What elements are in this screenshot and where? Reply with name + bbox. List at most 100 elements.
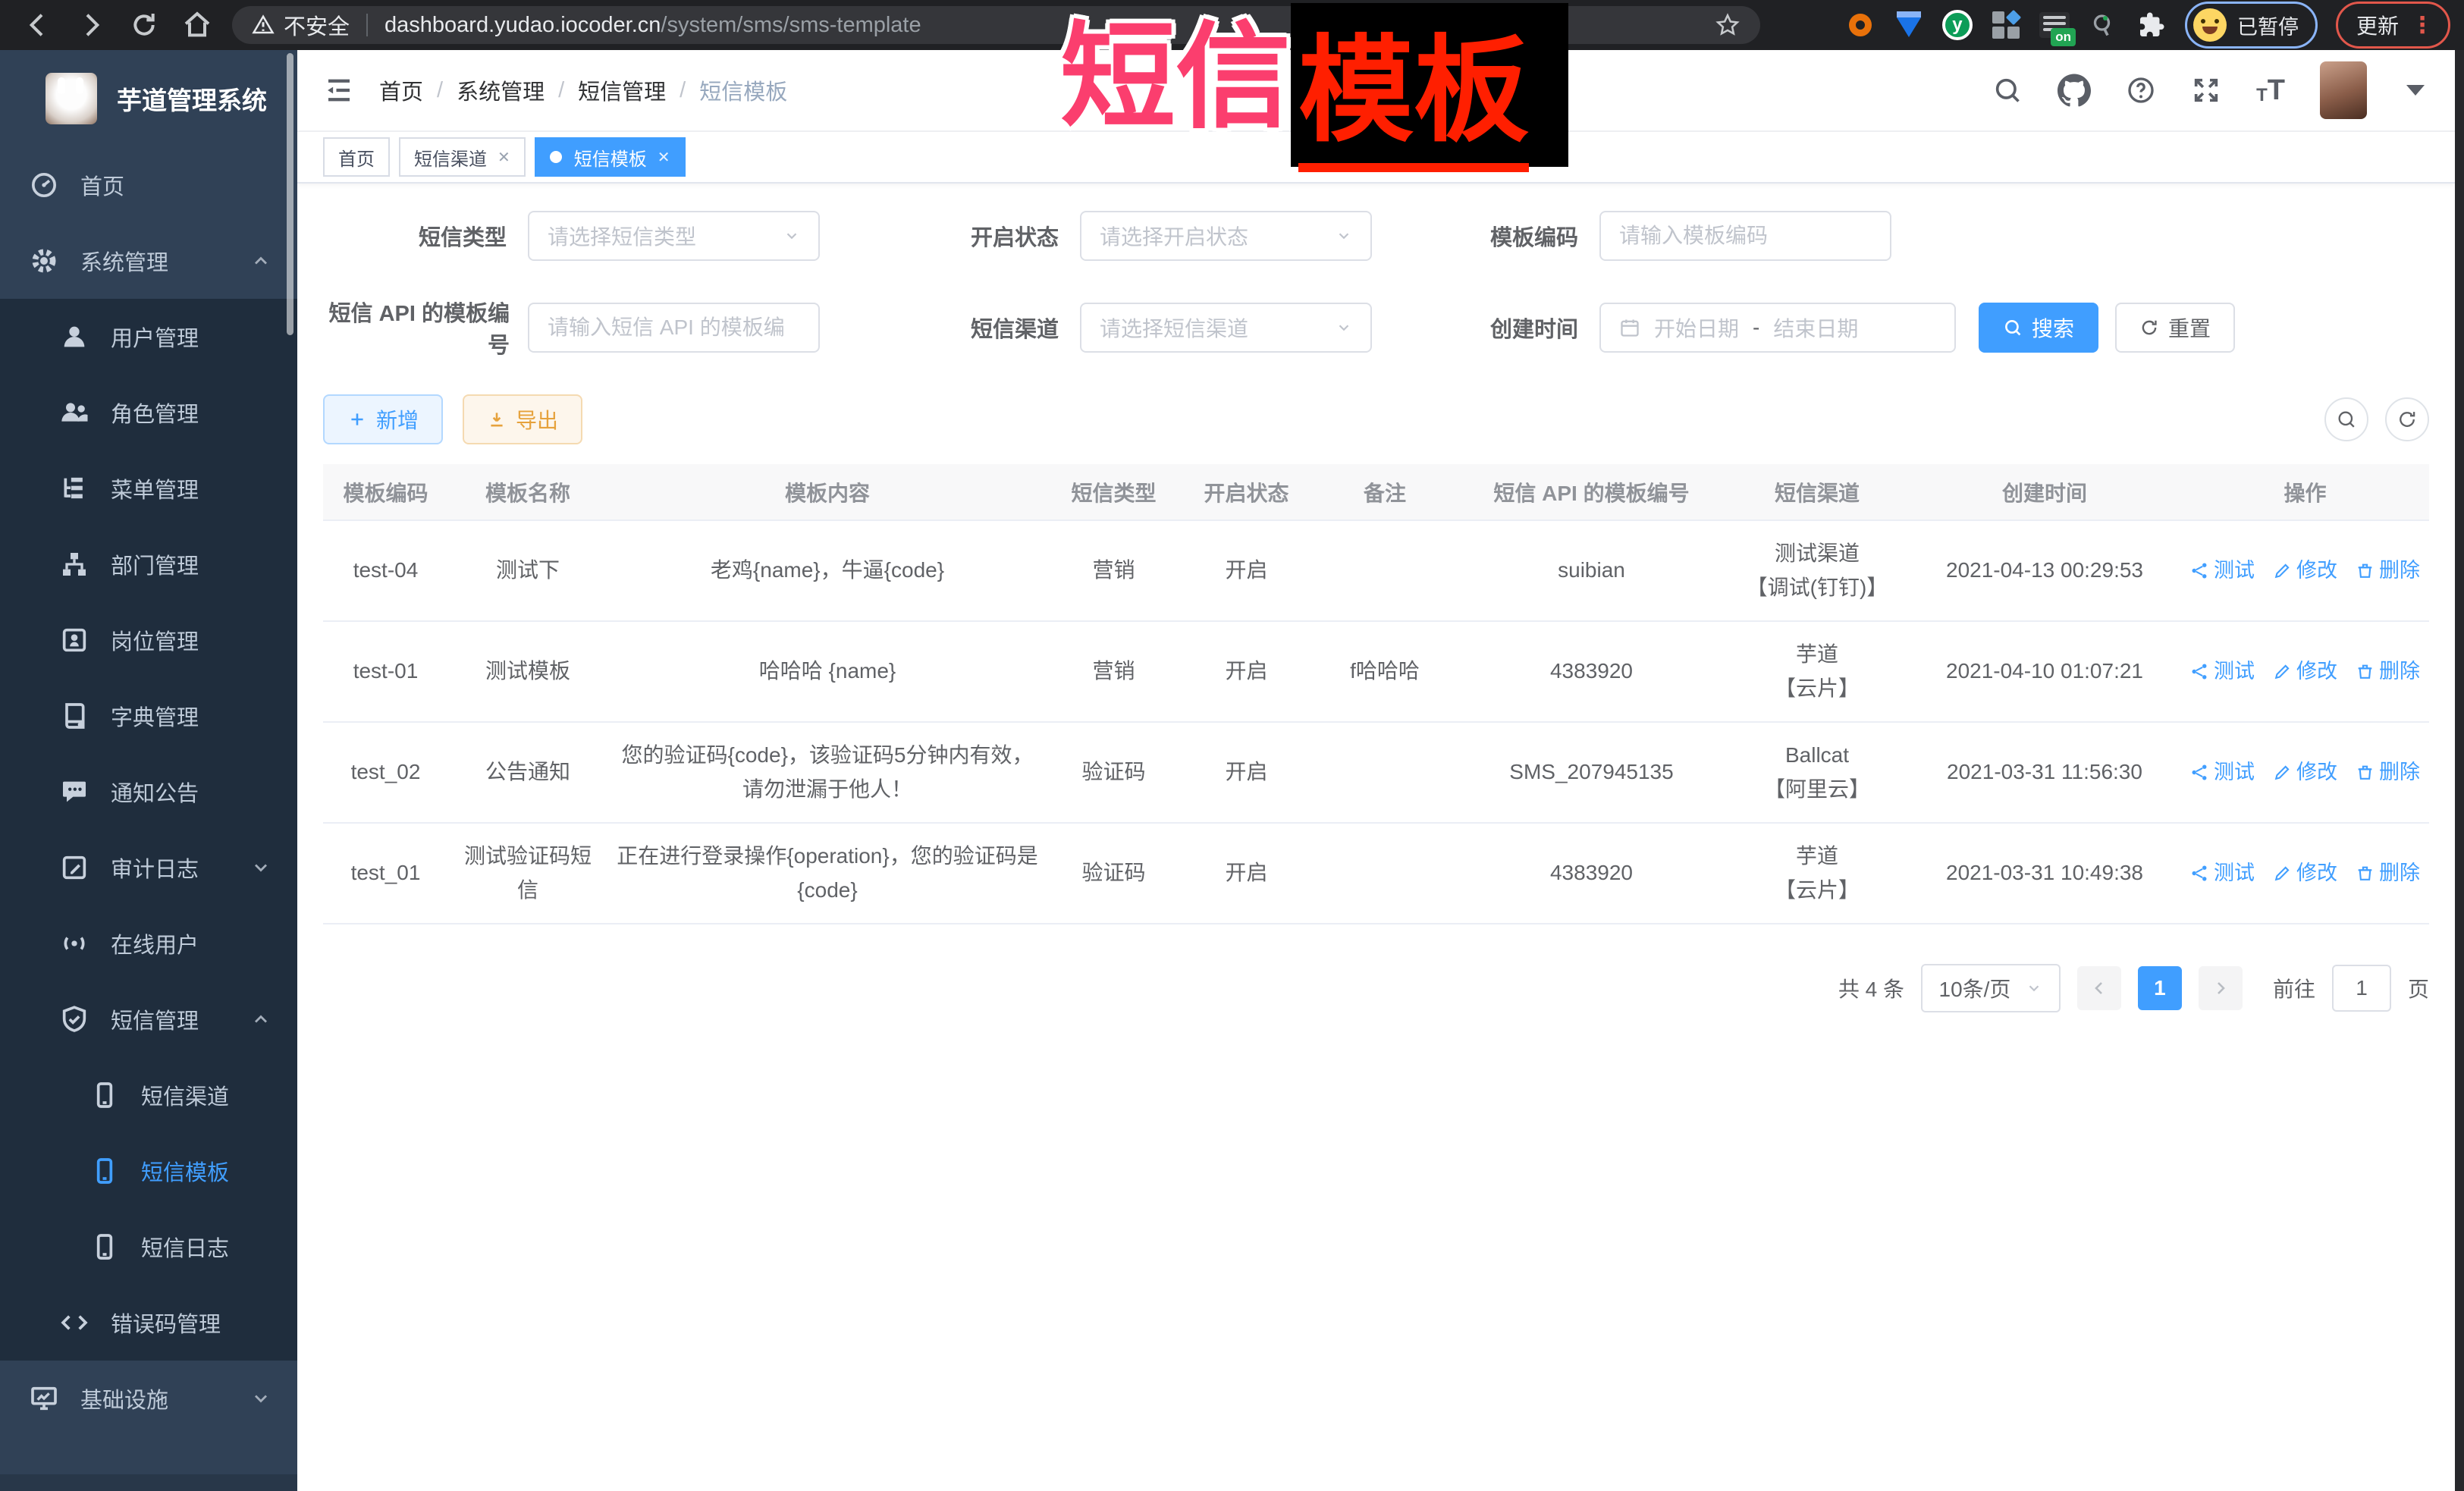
- cell-api-id: suibian: [1457, 520, 1726, 621]
- browser-forward-icon[interactable]: [76, 10, 106, 40]
- export-button[interactable]: 导出: [463, 394, 582, 444]
- bookmark-star-icon[interactable]: [1715, 12, 1740, 38]
- action-delete-link[interactable]: 删除: [2356, 756, 2420, 789]
- refresh-table-button[interactable]: [2385, 397, 2429, 441]
- address-bar[interactable]: 不安全 dashboard.yudao.iocoder.cn/system/sm…: [232, 6, 1760, 44]
- status-label: 开启状态: [820, 220, 1080, 252]
- sidebar-bottom-bar: [0, 1474, 297, 1491]
- col-code: 模板编码: [323, 464, 448, 520]
- phone-icon: [89, 1232, 120, 1262]
- sms-type-select[interactable]: 请选择短信类型: [528, 211, 820, 261]
- browser-menu-icon[interactable]: ⋮: [2411, 12, 2434, 39]
- page-size-select[interactable]: 10条/页: [1921, 964, 2061, 1012]
- sidebar-item-menus[interactable]: 菜单管理: [0, 450, 297, 526]
- github-icon[interactable]: [2058, 74, 2091, 107]
- breadcrumb-sms[interactable]: 短信管理: [578, 74, 666, 106]
- sidebar-item-system[interactable]: 系统管理: [0, 223, 297, 299]
- action-test-link[interactable]: 测试: [2190, 554, 2255, 587]
- browser-update-button[interactable]: 更新 ⋮: [2336, 2, 2450, 49]
- reset-button[interactable]: 重置: [2115, 303, 2235, 353]
- not-secure-warning[interactable]: 不安全: [252, 9, 350, 41]
- table-row[interactable]: test-04 测试下 老鸡{name}，牛逼{code} 营销 开启 suib…: [323, 520, 2429, 621]
- sidebar-item-departments[interactable]: 部门管理: [0, 526, 297, 602]
- sidebar-fold-icon[interactable]: [323, 74, 355, 106]
- toggle-search-button[interactable]: [2324, 397, 2368, 441]
- sidebar-item-posts[interactable]: 岗位管理: [0, 602, 297, 678]
- font-size-icon[interactable]: TT: [2256, 76, 2285, 105]
- browser-back-icon[interactable]: [23, 10, 53, 40]
- tab-sms-channel[interactable]: 短信渠道✕: [399, 137, 526, 177]
- avatar-caret-icon[interactable]: [2406, 85, 2425, 96]
- extension-gem-icon[interactable]: [1894, 10, 1924, 40]
- table-row[interactable]: test_02 公告通知 您的验证码{code}，该验证码5分钟内有效，请勿泄漏…: [323, 722, 2429, 823]
- sidebar-scrollbar[interactable]: [287, 53, 293, 335]
- action-edit-link[interactable]: 修改: [2273, 554, 2337, 587]
- sidebar-item-sms[interactable]: 短信管理: [0, 981, 297, 1057]
- tab-close-icon[interactable]: ✕: [498, 148, 510, 167]
- col-type: 短信类型: [1047, 464, 1180, 520]
- breadcrumb-home[interactable]: 首页: [379, 74, 423, 106]
- extension-y-icon[interactable]: y: [1942, 10, 1973, 40]
- sidebar-item-infrastructure[interactable]: 基础设施: [0, 1361, 297, 1436]
- sidebar-item-online-users[interactable]: 在线用户: [0, 906, 297, 981]
- sidebar-item-audit-log[interactable]: 审计日志: [0, 830, 297, 906]
- browser-profile-pill[interactable]: 已暂停: [2185, 2, 2318, 49]
- action-test-link[interactable]: 测试: [2190, 655, 2255, 688]
- page-1-button[interactable]: 1: [2138, 966, 2182, 1010]
- goto-page-input[interactable]: [2332, 965, 2391, 1012]
- action-delete-link[interactable]: 删除: [2356, 655, 2420, 688]
- action-edit-link[interactable]: 修改: [2273, 857, 2337, 890]
- cell-name: 测试下: [448, 520, 607, 621]
- extension-grid-icon[interactable]: [1991, 10, 2021, 40]
- status-select[interactable]: 请选择开启状态: [1080, 211, 1372, 261]
- channel-select[interactable]: 请选择短信渠道: [1080, 303, 1372, 353]
- window-scrollbar[interactable]: [2455, 50, 2464, 1491]
- extension-orange-icon[interactable]: [1845, 10, 1875, 40]
- date-range-picker[interactable]: 开始日期 - 结束日期: [1599, 303, 1956, 353]
- app-logo-row[interactable]: 芋道管理系统: [0, 50, 297, 147]
- sidebar-item-error-codes[interactable]: 错误码管理: [0, 1285, 297, 1361]
- tab-close-icon[interactable]: ✕: [658, 148, 670, 167]
- help-icon[interactable]: [2126, 75, 2156, 105]
- sidebar-item-roles[interactable]: 角色管理: [0, 375, 297, 450]
- sidebar-item-sms-log[interactable]: 短信日志: [0, 1209, 297, 1285]
- tab-home[interactable]: 首页: [323, 137, 390, 177]
- fullscreen-icon[interactable]: [2191, 75, 2221, 105]
- extension-magnifier-icon[interactable]: [2088, 10, 2118, 40]
- breadcrumb: 首页 / 系统管理 / 短信管理 / 短信模板: [379, 74, 787, 106]
- action-test-link[interactable]: 测试: [2190, 756, 2255, 789]
- search-button[interactable]: 搜索: [1979, 303, 2098, 353]
- sidebar-item-users[interactable]: 用户管理: [0, 299, 297, 375]
- cell-created: 2021-03-31 11:56:30: [1908, 722, 2181, 823]
- prev-page-button[interactable]: [2077, 966, 2121, 1010]
- table-row[interactable]: test-01 测试模板 哈哈哈 {name} 营销 开启 f哈哈哈 43839…: [323, 621, 2429, 722]
- table-row[interactable]: test_01 测试验证码短信 正在进行登录操作{operation}，您的验证…: [323, 823, 2429, 924]
- api-template-id-input[interactable]: [528, 303, 820, 353]
- template-code-input[interactable]: [1599, 211, 1891, 261]
- col-api-id: 短信 API 的模板编号: [1457, 464, 1726, 520]
- user-avatar[interactable]: [2320, 61, 2367, 119]
- sidebar-item-label: 首页: [80, 169, 124, 201]
- action-delete-link[interactable]: 删除: [2356, 857, 2420, 890]
- action-edit-link[interactable]: 修改: [2273, 655, 2337, 688]
- action-delete-link[interactable]: 删除: [2356, 554, 2420, 587]
- header-search-icon[interactable]: [1992, 75, 2023, 105]
- add-button[interactable]: 新增: [323, 394, 443, 444]
- action-edit-link[interactable]: 修改: [2273, 756, 2337, 789]
- sidebar-item-sms-template[interactable]: 短信模板: [0, 1133, 297, 1209]
- cell-created: 2021-04-13 00:29:53: [1908, 520, 2181, 621]
- action-test-link[interactable]: 测试: [2190, 857, 2255, 890]
- sidebar-item-notice[interactable]: 通知公告: [0, 754, 297, 830]
- browser-reload-icon[interactable]: [129, 10, 159, 40]
- sidebar-item-sms-channel[interactable]: 短信渠道: [0, 1057, 297, 1133]
- breadcrumb-system[interactable]: 系统管理: [457, 74, 545, 106]
- browser-home-icon[interactable]: [182, 10, 212, 40]
- next-page-button[interactable]: [2199, 966, 2243, 1010]
- tab-sms-template[interactable]: 短信模板✕: [535, 137, 686, 177]
- sidebar-item-dict[interactable]: 字典管理: [0, 678, 297, 754]
- breadcrumb-current: 短信模板: [699, 74, 787, 106]
- extension-list-icon[interactable]: on: [2039, 10, 2070, 40]
- extensions-puzzle-icon[interactable]: [2136, 10, 2167, 40]
- cell-remark: f哈哈哈: [1313, 621, 1457, 722]
- sidebar-item-home[interactable]: 首页: [0, 147, 297, 223]
